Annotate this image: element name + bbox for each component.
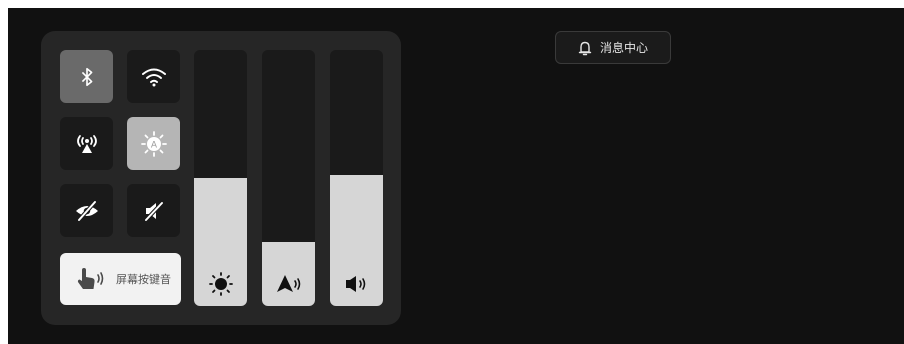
mute-icon bbox=[144, 201, 163, 221]
navigation-volume-slider[interactable] bbox=[262, 50, 315, 306]
message-center-button[interactable]: 消息中心 bbox=[555, 31, 671, 64]
brightness-slider[interactable] bbox=[194, 50, 247, 306]
auto-brightness-icon: A bbox=[140, 130, 167, 157]
key-sound-label: 屏幕按键音 bbox=[116, 273, 171, 286]
bell-icon bbox=[578, 41, 592, 55]
speaker-volume-icon bbox=[345, 276, 365, 292]
brightness-icon bbox=[208, 272, 233, 296]
hotspot-toggle[interactable] bbox=[60, 117, 113, 170]
bluetooth-icon bbox=[81, 67, 92, 86]
media-volume-slider[interactable] bbox=[330, 50, 383, 306]
message-center-label: 消息中心 bbox=[599, 41, 648, 55]
hotspot-icon bbox=[76, 134, 97, 153]
key-sound-toggle[interactable]: 屏幕按键音 bbox=[60, 253, 181, 305]
eye-off-icon bbox=[75, 200, 98, 221]
bluetooth-toggle[interactable] bbox=[60, 50, 113, 103]
mute-toggle[interactable] bbox=[127, 184, 180, 237]
privacy-toggle[interactable] bbox=[60, 184, 113, 237]
touch-sound-icon bbox=[77, 268, 104, 289]
wifi-icon bbox=[141, 68, 166, 86]
control-panel: A 屏幕按键音 bbox=[41, 31, 401, 325]
navigation-volume-icon bbox=[276, 275, 300, 292]
auto-brightness-toggle[interactable]: A bbox=[127, 117, 180, 170]
screen: A 屏幕按键音 消息中心 bbox=[8, 8, 904, 344]
wifi-toggle[interactable] bbox=[127, 50, 180, 103]
svg-text:A: A bbox=[150, 140, 157, 150]
